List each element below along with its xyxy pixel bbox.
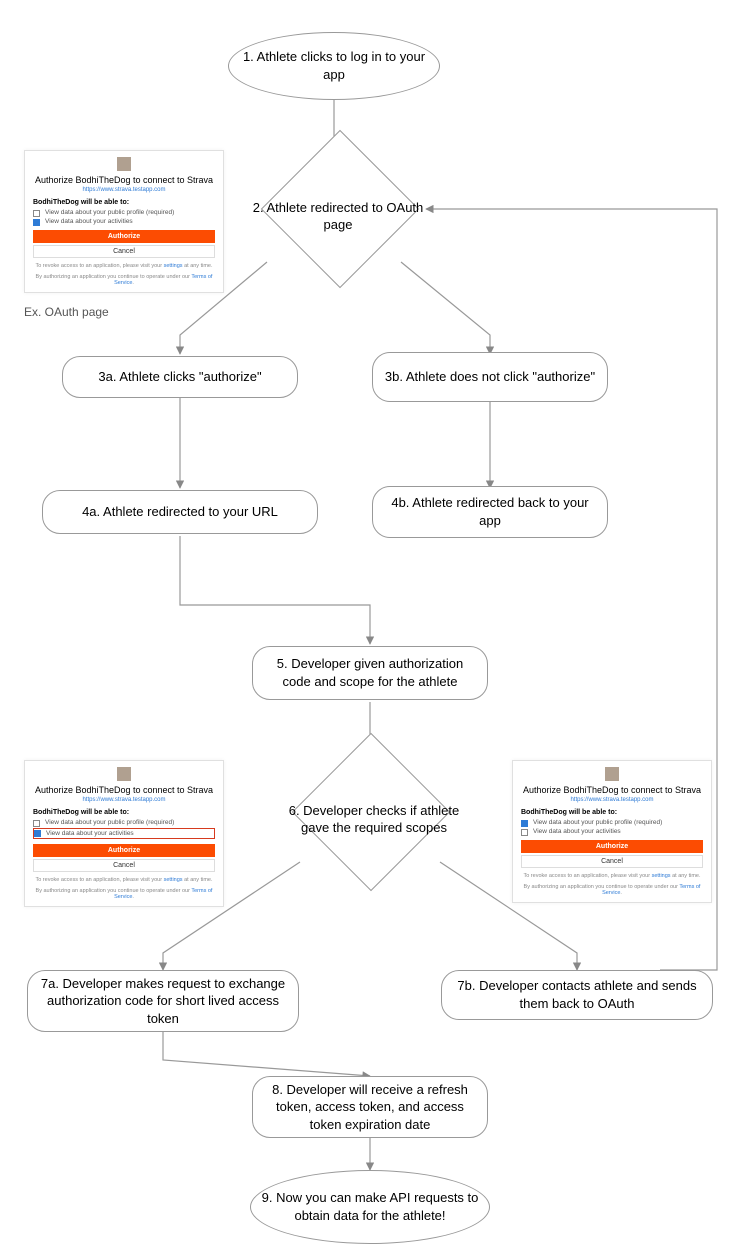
node-step7a: 7a. Developer makes request to exchange … bbox=[27, 970, 299, 1032]
node-step4a: 4a. Athlete redirected to your URL bbox=[42, 490, 318, 534]
oauth-tos-text: By authorizing an application you contin… bbox=[521, 884, 703, 896]
node-text: 2. Athlete redirected to OAuth page bbox=[248, 200, 428, 234]
node-text: 4b. Athlete redirected back to your app bbox=[383, 494, 597, 529]
oauth-ability-heading: BodhiTheDog will be able to: bbox=[521, 809, 703, 816]
node-text: 9. Now you can make API requests to obta… bbox=[261, 1189, 479, 1224]
oauth-url: https://www.strava.testapp.com bbox=[521, 797, 703, 803]
node-text: 8. Developer will receive a refresh toke… bbox=[263, 1081, 477, 1134]
node-text: 3b. Athlete does not click "authorize" bbox=[385, 368, 595, 386]
node-step9: 9. Now you can make API requests to obta… bbox=[250, 1170, 490, 1244]
oauth-cancel-button[interactable]: Cancel bbox=[33, 859, 215, 872]
node-step1: 1. Athlete clicks to log in to your app bbox=[228, 32, 440, 100]
oauth-example-card-b: Authorize BodhiTheDog to connect to Stra… bbox=[24, 760, 224, 907]
node-step8: 8. Developer will receive a refresh toke… bbox=[252, 1076, 488, 1138]
oauth-title: Authorize BodhiTheDog to connect to Stra… bbox=[33, 785, 215, 795]
node-text: 5. Developer given authorization code an… bbox=[263, 655, 477, 690]
oauth-tos-text: By authorizing an application you contin… bbox=[33, 888, 215, 900]
node-text: 4a. Athlete redirected to your URL bbox=[82, 503, 278, 521]
flowchart-canvas: 1. Athlete clicks to log in to your app … bbox=[0, 0, 739, 1253]
oauth-ability-heading: BodhiTheDog will be able to: bbox=[33, 199, 215, 206]
oauth-perm-activities: View data about your activities bbox=[33, 828, 215, 839]
oauth-revoke-text: To revoke access to an application, plea… bbox=[521, 873, 703, 879]
oauth-ability-heading: BodhiTheDog will be able to: bbox=[33, 809, 215, 816]
oauth-perm-profile: View data about your public profile (req… bbox=[33, 209, 215, 216]
oauth-authorize-button[interactable]: Authorize bbox=[521, 840, 703, 853]
oauth-authorize-button[interactable]: Authorize bbox=[33, 844, 215, 857]
oauth-title: Authorize BodhiTheDog to connect to Stra… bbox=[33, 175, 215, 185]
oauth-perm-activities: View data about your activities bbox=[33, 218, 215, 225]
node-step7b: 7b. Developer contacts athlete and sends… bbox=[441, 970, 713, 1020]
oauth-avatar bbox=[605, 767, 619, 781]
node-step3a: 3a. Athlete clicks "authorize" bbox=[62, 356, 298, 398]
oauth-example-caption: Ex. OAuth page bbox=[24, 305, 109, 319]
oauth-example-card-a: Authorize BodhiTheDog to connect to Stra… bbox=[24, 150, 224, 293]
node-text: 7a. Developer makes request to exchange … bbox=[38, 975, 288, 1028]
oauth-authorize-button[interactable]: Authorize bbox=[33, 230, 215, 243]
oauth-perm-activities: View data about your activities bbox=[521, 828, 703, 835]
oauth-cancel-button[interactable]: Cancel bbox=[521, 855, 703, 868]
oauth-avatar bbox=[117, 157, 131, 171]
oauth-revoke-text: To revoke access to an application, plea… bbox=[33, 263, 215, 269]
node-text: 3a. Athlete clicks "authorize" bbox=[98, 368, 261, 386]
oauth-url: https://www.strava.testapp.com bbox=[33, 797, 215, 803]
oauth-title: Authorize BodhiTheDog to connect to Stra… bbox=[521, 785, 703, 795]
node-step3b: 3b. Athlete does not click "authorize" bbox=[372, 352, 608, 402]
oauth-revoke-text: To revoke access to an application, plea… bbox=[33, 877, 215, 883]
oauth-url: https://www.strava.testapp.com bbox=[33, 187, 215, 193]
oauth-tos-text: By authorizing an application you contin… bbox=[33, 274, 215, 286]
node-text: 7b. Developer contacts athlete and sends… bbox=[452, 977, 702, 1012]
oauth-avatar bbox=[117, 767, 131, 781]
oauth-perm-profile: View data about your public profile (req… bbox=[33, 819, 215, 826]
oauth-perm-profile: View data about your public profile (req… bbox=[521, 819, 703, 826]
node-text: 6. Developer checks if athlete gave the … bbox=[284, 803, 464, 837]
node-step4b: 4b. Athlete redirected back to your app bbox=[372, 486, 608, 538]
node-step6: 6. Developer checks if athlete gave the … bbox=[280, 758, 460, 874]
oauth-cancel-button[interactable]: Cancel bbox=[33, 245, 215, 258]
node-text: 1. Athlete clicks to log in to your app bbox=[239, 48, 429, 83]
node-step2: 2. Athlete redirected to OAuth page bbox=[244, 158, 424, 268]
oauth-example-card-c: Authorize BodhiTheDog to connect to Stra… bbox=[512, 760, 712, 903]
node-step5: 5. Developer given authorization code an… bbox=[252, 646, 488, 700]
